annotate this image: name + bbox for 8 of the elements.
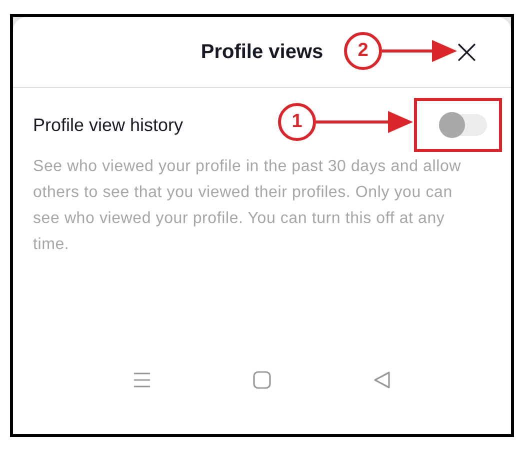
home-icon[interactable]	[253, 371, 271, 389]
setting-description: See who viewed your profile in the past 30 days and allow others to see that you viewed their profiles. Only you can see who viewed your profile. You can turn this off at any time.	[33, 157, 462, 255]
back-icon[interactable]	[373, 371, 391, 389]
close-button[interactable]: ×	[452, 37, 481, 67]
toggle-switch[interactable]	[439, 114, 487, 136]
setting-label: Profile view history	[33, 114, 184, 136]
menu-icon[interactable]	[133, 372, 151, 388]
sheet-title: Profile views	[200, 40, 324, 64]
